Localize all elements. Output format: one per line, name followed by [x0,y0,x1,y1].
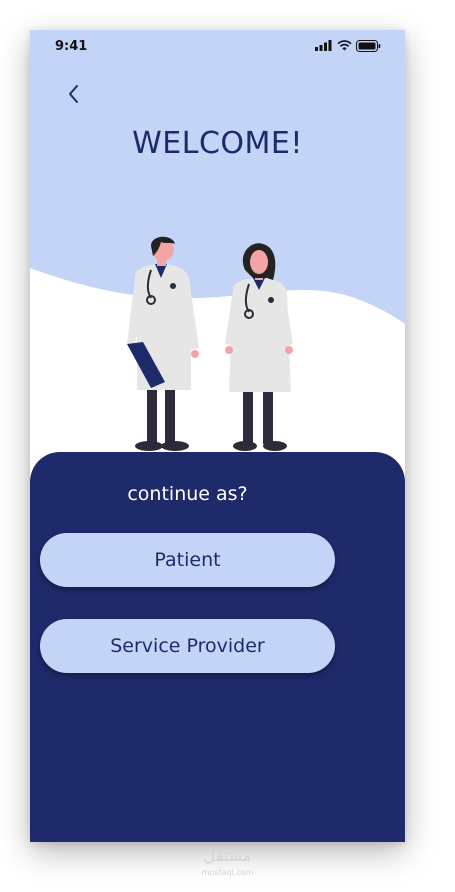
status-time: 9:41 [55,39,88,54]
watermark-brand: مستقل [203,846,252,865]
continue-as-prompt: continue as? [127,483,248,505]
wifi-icon [337,40,352,51]
chevron-left-icon [69,85,78,103]
status-bar: 9:41 [30,30,405,62]
page-title: WELCOME! [132,126,303,161]
female-doctor-figure [225,243,293,451]
service-provider-button[interactable]: Service Provider [40,619,335,673]
signal-icon [315,40,332,51]
male-doctor-figure [127,236,199,451]
doctors-illustration [127,236,293,451]
watermark-url: mostaql.com [201,868,254,877]
watermark: مستقل mostaql.com [0,848,455,881]
patient-button[interactable]: Patient [40,533,335,587]
phone-screen: 9:41 WELCOME! [30,30,405,842]
back-button[interactable] [60,80,88,108]
battery-icon [356,40,381,52]
